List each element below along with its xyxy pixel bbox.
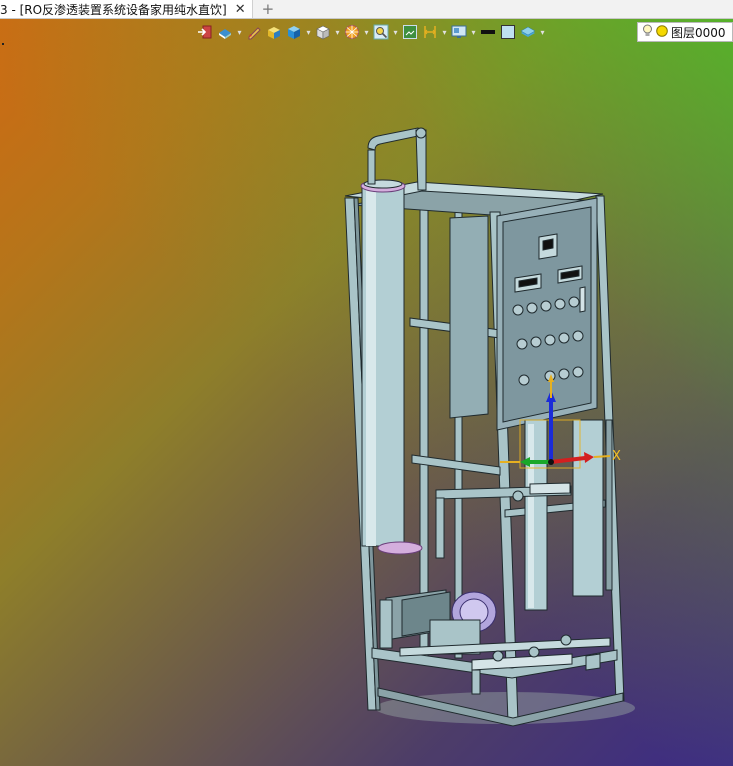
layer-color-swatch-icon[interactable]	[656, 24, 668, 40]
lightbulb-icon[interactable]	[642, 24, 653, 41]
layer-name: 图层0000	[671, 25, 726, 40]
fill-color-icon[interactable]	[499, 23, 517, 41]
zoom-dropdown-caret[interactable]: ▾	[392, 28, 399, 37]
dimension-icon[interactable]	[421, 23, 439, 41]
ro-system-3d-model[interactable]: X	[0, 0, 733, 766]
view-cube-icon[interactable]	[216, 23, 234, 41]
view-toolbar: ▾ ▾ ▾ ▾ ▾ ▾ ▾ ▾	[196, 21, 546, 43]
line-color-icon[interactable]	[479, 23, 497, 41]
display-mode-icon[interactable]	[450, 23, 468, 41]
render-sphere-icon[interactable]	[343, 23, 361, 41]
viewport-cursor-dot	[2, 43, 4, 45]
white-cube-icon[interactable]	[314, 23, 332, 41]
solid-dropdown-caret[interactable]: ▾	[305, 28, 312, 37]
layer-selector[interactable]: 图层0000	[637, 22, 733, 42]
tab-bar: 3 - [RO反渗透装置系统设备家用纯水直饮] ✕ +	[0, 0, 733, 19]
view-cube-dropdown-caret[interactable]: ▾	[236, 28, 243, 37]
layer-dropdown-caret[interactable]: ▾	[539, 28, 546, 37]
document-tab[interactable]: 3 - [RO反渗透装置系统设备家用纯水直饮] ✕	[0, 0, 253, 18]
solid-box-blue-icon[interactable]	[285, 23, 303, 41]
document-tab-title: 3 - [RO反渗透装置系统设备家用纯水直饮]	[0, 2, 227, 17]
image-icon[interactable]	[401, 23, 419, 41]
display-dropdown-caret[interactable]: ▾	[470, 28, 477, 37]
sketch-pen-icon[interactable]	[245, 23, 263, 41]
layer-stack-icon[interactable]	[519, 23, 537, 41]
close-tab-icon[interactable]: ✕	[235, 2, 246, 17]
dimension-dropdown-caret[interactable]: ▾	[441, 28, 448, 37]
cube-dropdown-caret[interactable]: ▾	[334, 28, 341, 37]
gizmo-x-label: X	[612, 449, 621, 464]
new-tab-button[interactable]: +	[262, 0, 275, 18]
exit-icon[interactable]	[196, 23, 214, 41]
render-dropdown-caret[interactable]: ▾	[363, 28, 370, 37]
solid-box-yellow-icon[interactable]	[265, 23, 283, 41]
zoom-icon[interactable]	[372, 23, 390, 41]
